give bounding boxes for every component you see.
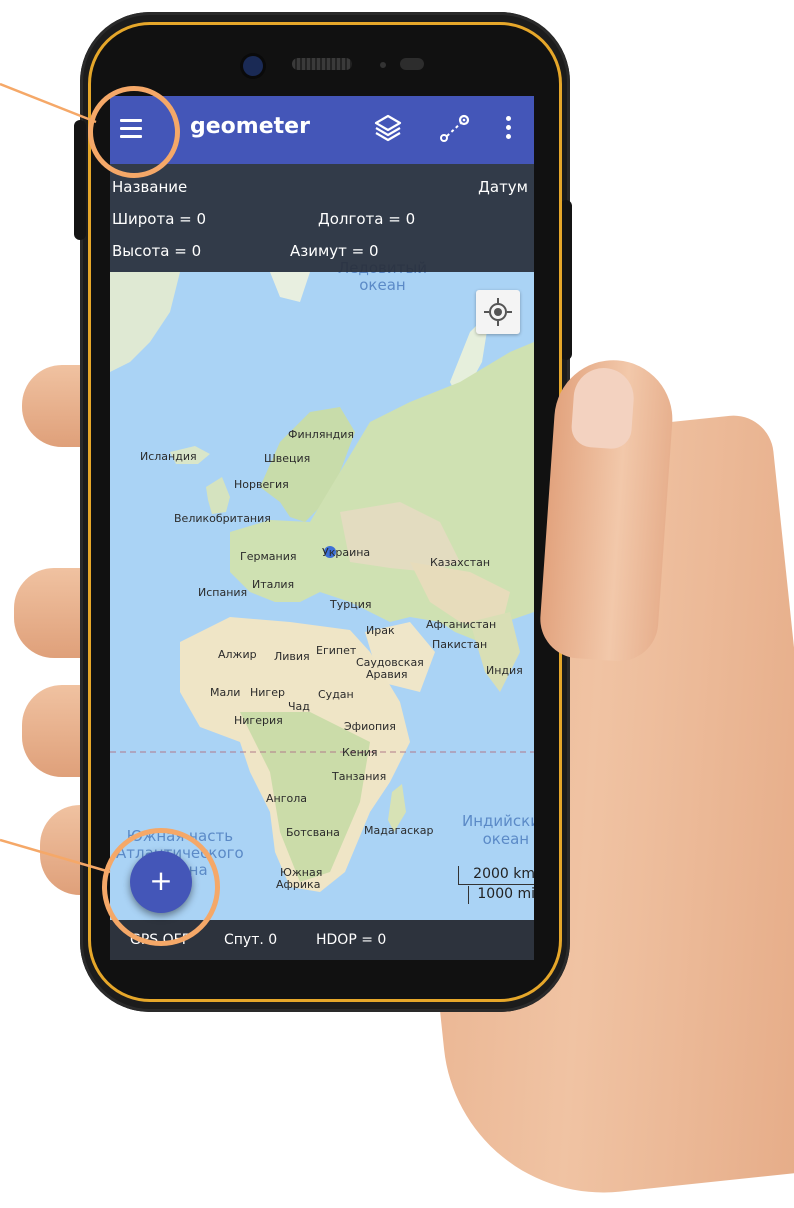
callout-line: [0, 82, 97, 124]
callout-line: [0, 838, 111, 874]
callout-ring-fab: [102, 828, 220, 946]
callout-ring-menu: [88, 86, 180, 178]
